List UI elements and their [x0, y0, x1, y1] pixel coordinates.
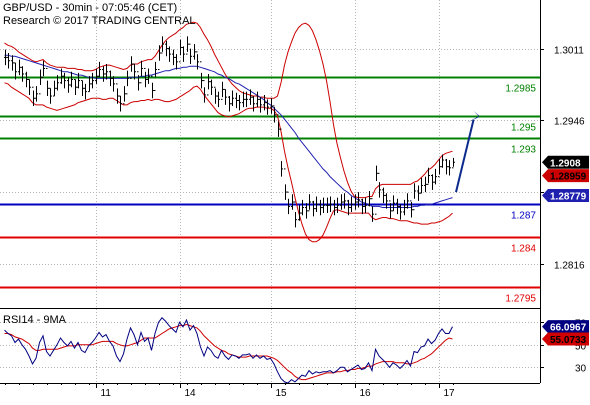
- rsi-y-tick-label: 30: [575, 364, 587, 375]
- tag-label: 55.0733: [550, 335, 587, 346]
- rsi-value-tag: 66.0967: [542, 320, 589, 334]
- level-label: 1.2985: [505, 84, 536, 95]
- price-tag: 1.2908: [542, 155, 589, 169]
- chart-copyright: Research © 2017 TRADING CENTRAL: [3, 15, 196, 27]
- chart-title: GBP/USD - 30min - 07:05:46 (CET): [3, 2, 177, 14]
- chart-root: 1.2985 1.295 1.293 1.287 1.284 1.2795 1.2816 1…: [0, 0, 590, 400]
- level-label: 1.293: [511, 145, 536, 156]
- tag-label: 1.28959: [550, 172, 587, 183]
- x-tick-label: 14: [185, 388, 197, 399]
- chart-background: [0, 0, 590, 400]
- chart-canvas: 1.2985 1.295 1.293 1.287 1.284 1.2795 1.2816 1…: [0, 0, 590, 400]
- level-label: 1.2795: [505, 294, 536, 305]
- x-tick-label: 15: [276, 388, 288, 399]
- x-tick-label: 11: [101, 388, 112, 399]
- x-tick-label: 16: [360, 388, 372, 399]
- tag-label: 1.2908: [550, 158, 581, 169]
- y-tick-label: 1.2816: [554, 261, 585, 272]
- tag-label: 66.0967: [550, 323, 587, 334]
- level-label: 1.287: [511, 211, 536, 222]
- tag-label: 1.28779: [550, 192, 587, 203]
- price-tag: 1.28779: [542, 189, 589, 203]
- level-label: 1.284: [511, 244, 536, 255]
- rsi-value-tag: 55.0733: [542, 332, 589, 346]
- y-tick-label: 1.2946: [554, 117, 585, 128]
- level-label: 1.295: [511, 123, 536, 134]
- y-tick-label: 1.3011: [554, 46, 584, 57]
- price-tag: 1.28959: [542, 169, 589, 183]
- rsi-title: RSI14 - 9MA: [3, 314, 67, 326]
- x-tick-label: 17: [444, 388, 456, 399]
